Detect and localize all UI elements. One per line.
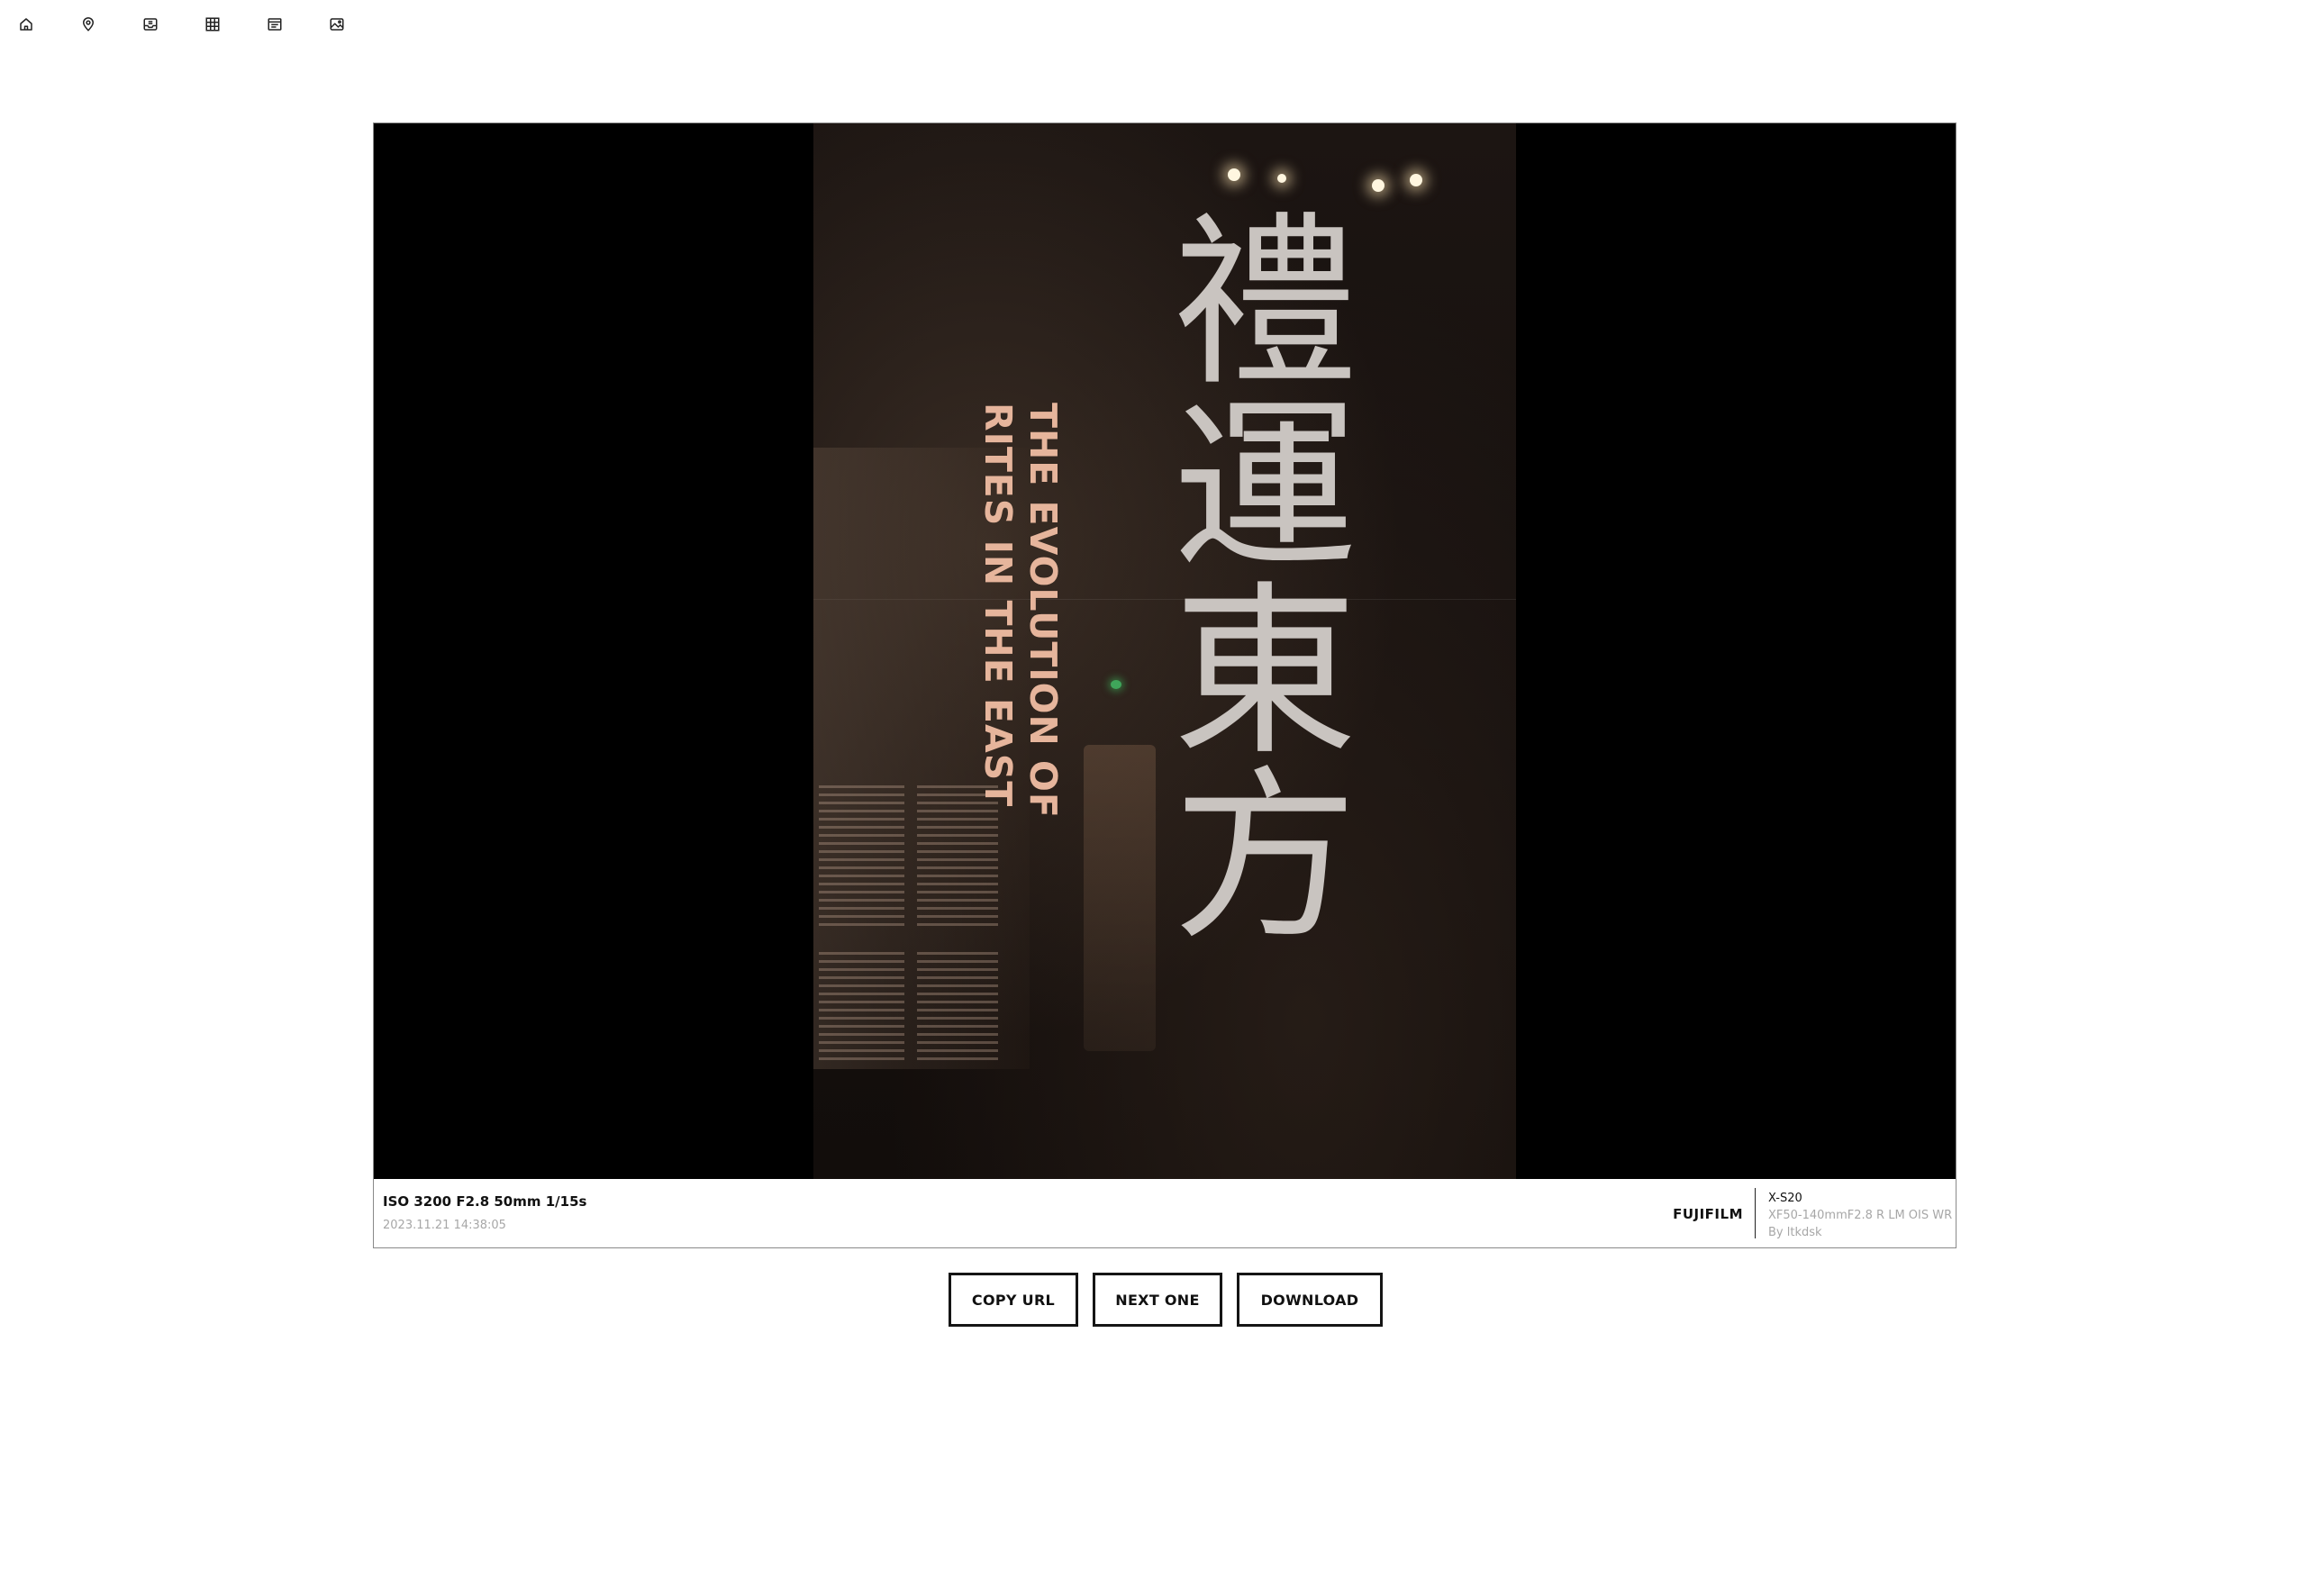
nav-grid[interactable] <box>204 14 267 34</box>
top-nav <box>18 14 391 34</box>
nav-map[interactable] <box>80 14 142 34</box>
ceiling-spotlight <box>1372 179 1385 192</box>
ceiling-spotlight <box>1410 174 1422 186</box>
map-pin-icon <box>82 17 95 32</box>
ceiling-spotlight <box>1228 168 1240 181</box>
camera-meta: X-S20 XF50-140mmF2.8 R LM OIS WR By ltkd… <box>1768 1190 1952 1241</box>
sign-english-title: THE EVOLUTION OF RITES IN THE EAST <box>976 403 1065 819</box>
copy-url-button[interactable]: COPY URL <box>949 1273 1078 1327</box>
photo-card: THE EVOLUTION OF RITES IN THE EAST 禮運東方 … <box>373 122 1956 1248</box>
image-icon <box>330 18 344 31</box>
download-button[interactable]: DOWNLOAD <box>1237 1273 1383 1327</box>
nav-inbox[interactable] <box>142 14 204 34</box>
inbox-icon <box>143 18 158 31</box>
list-icon <box>268 18 282 31</box>
nav-home[interactable] <box>18 14 80 34</box>
photo-author: By ltkdsk <box>1768 1226 1822 1239</box>
ceiling-spotlight <box>1277 174 1286 183</box>
wall-text-block <box>917 952 998 1060</box>
photo-image: THE EVOLUTION OF RITES IN THE EAST 禮運東方 <box>813 123 1516 1179</box>
photo-caption: ISO 3200 F2.8 50mm 1/15s 2023.11.21 14:3… <box>374 1179 1956 1247</box>
sign-chinese-title: 禮運東方 <box>1141 204 1356 943</box>
photo[interactable]: THE EVOLUTION OF RITES IN THE EAST 禮運東方 <box>374 123 1956 1179</box>
wall-text-block <box>819 952 904 1060</box>
nav-gallery[interactable] <box>329 14 391 34</box>
home-icon <box>20 18 32 31</box>
lens-model: XF50-140mmF2.8 R LM OIS WR <box>1768 1209 1953 1222</box>
wall-text-block <box>819 785 904 929</box>
camera-model: X-S20 <box>1768 1192 1802 1205</box>
nav-list[interactable] <box>267 14 329 34</box>
caption-divider <box>1754 1188 1756 1238</box>
action-bar: COPY URL NEXT ONE DOWNLOAD <box>949 1273 1383 1327</box>
next-one-button[interactable]: NEXT ONE <box>1093 1273 1222 1327</box>
capture-datetime: 2023.11.21 14:38:05 <box>383 1219 506 1232</box>
camera-brand-logo: FUJIFILM <box>1673 1206 1743 1222</box>
grid-icon <box>205 17 220 32</box>
exif-summary: ISO 3200 F2.8 50mm 1/15s <box>383 1193 587 1210</box>
